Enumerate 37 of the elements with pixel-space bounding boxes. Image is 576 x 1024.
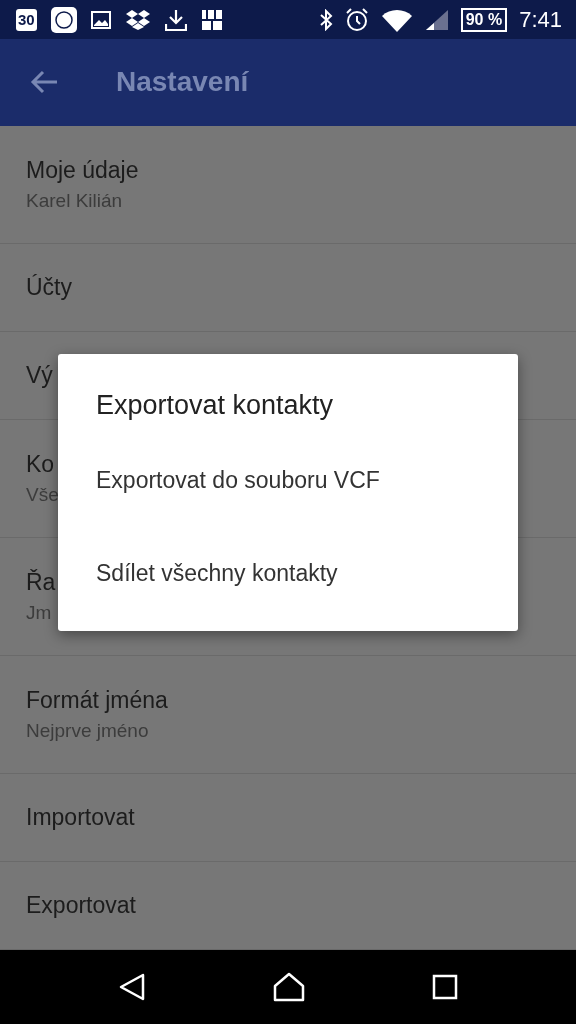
settings-item[interactable]: Účty [0,243,576,332]
image-icon [90,10,111,29]
signal-icon [424,8,449,31]
setting-title: Řa [26,568,56,596]
home-icon[interactable] [273,971,305,1002]
alarm-icon [344,7,369,32]
setting-summary: Nejprve jméno [26,719,149,742]
back-arrow-icon[interactable] [30,70,58,95]
back-icon[interactable] [118,971,147,1002]
grid-icon [200,8,223,31]
setting-title: Formát jména [26,686,168,714]
battery-indicator: 90 % [460,7,508,32]
setting-title: Moje údaje [26,156,139,184]
download-icon [164,8,187,31]
setting-title: Importovat [26,803,135,831]
bluetooth-icon [318,8,333,31]
setting-title: Účty [26,273,72,301]
dialog-title: Exportovat kontakty [96,390,334,421]
calendar-icon: 30 [16,8,37,31]
dialog-option[interactable]: Sdílet všechny kontakty [96,560,338,587]
dropbox-icon [124,8,151,31]
setting-summary: Karel Kilián [26,189,123,212]
clock-time: 7:41 [519,6,562,33]
app-icon [50,6,77,33]
setting-title: Exportovat [26,891,136,919]
recents-icon[interactable] [431,973,458,1000]
setting-summary: Vše [26,483,59,506]
settings-item[interactable]: Formát jména Nejprve jméno [0,655,576,774]
settings-item[interactable]: Moje údaje Karel Kilián [0,125,576,244]
dialog-option[interactable]: Exportovat do souboru VCF [96,467,380,494]
setting-title: Ko [26,450,55,478]
setting-summary: Jm [26,601,52,624]
settings-item[interactable]: Exportovat [0,861,576,950]
setting-title: Vý [26,361,53,389]
screen-title: Nastavení [116,66,249,99]
settings-item[interactable]: Importovat [0,773,576,862]
wifi-icon [380,7,413,32]
